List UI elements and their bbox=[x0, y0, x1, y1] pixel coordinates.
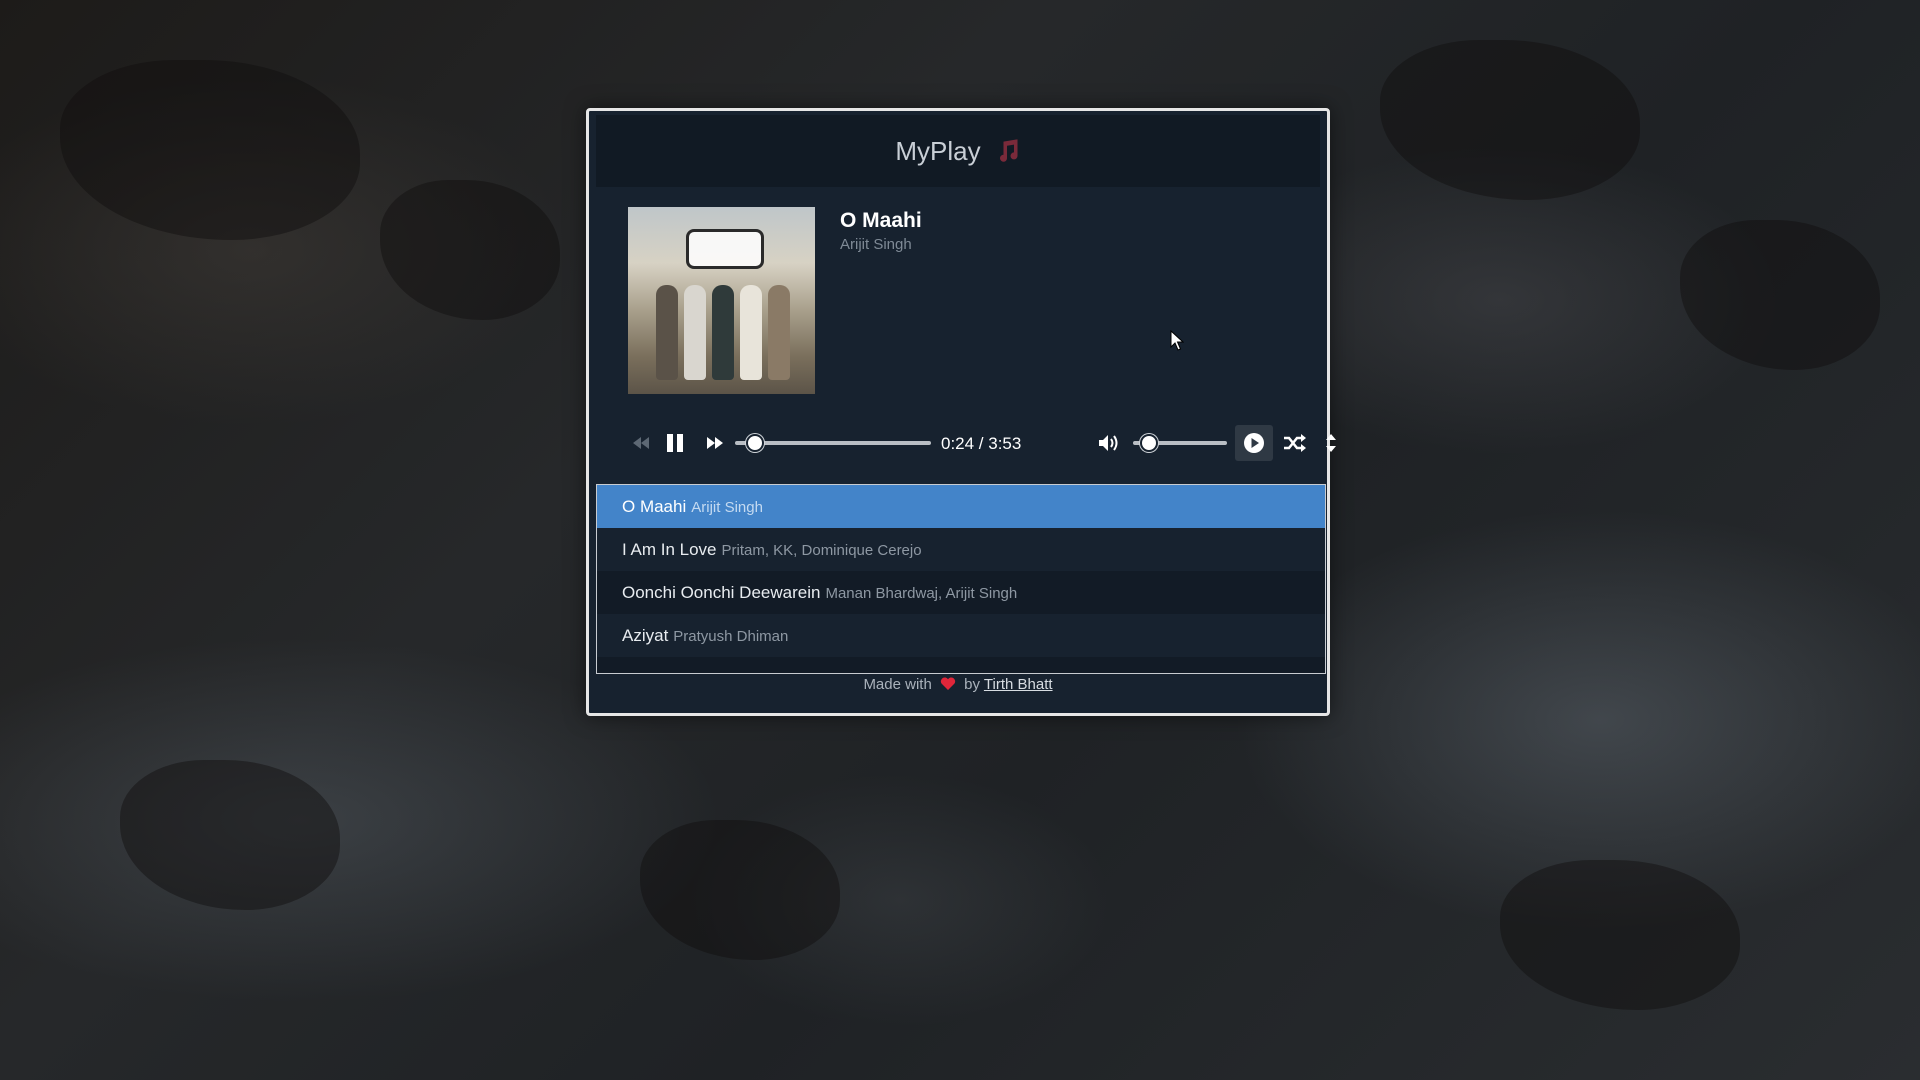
playlist-item-title: Oonchi Oonchi Deewarein bbox=[622, 583, 821, 602]
album-logo bbox=[686, 229, 764, 269]
album-art bbox=[628, 207, 815, 394]
now-playing-title: O Maahi bbox=[840, 209, 922, 232]
playlist-item-artist: Manan Bhardwaj, Arijit Singh bbox=[825, 585, 1018, 602]
volume-button[interactable] bbox=[1093, 427, 1125, 459]
progress-bar[interactable] bbox=[735, 441, 931, 445]
playlist-item[interactable]: Aziyat Pratyush Dhiman bbox=[597, 614, 1325, 657]
sort-icon bbox=[1326, 434, 1336, 452]
collapse-playlist-button[interactable] bbox=[1315, 427, 1347, 459]
volume-icon bbox=[1099, 435, 1118, 451]
volume-thumb[interactable] bbox=[1139, 434, 1158, 452]
fast-forward-icon bbox=[707, 437, 723, 449]
playlist-item[interactable]: O Maahi Arijit Singh bbox=[597, 485, 1325, 528]
playlist-item-title: I Am In Love bbox=[622, 540, 717, 559]
background-rock bbox=[1380, 40, 1640, 200]
album-figure bbox=[740, 285, 762, 380]
player-header: MyPlay bbox=[596, 115, 1320, 187]
album-figure bbox=[684, 285, 706, 380]
playlist-item-artist: Pratyush Dhiman bbox=[673, 628, 789, 645]
playlist: O Maahi Arijit Singh I Am In Love Pritam, … bbox=[596, 484, 1326, 674]
pause-button[interactable] bbox=[659, 427, 691, 459]
pause-icon bbox=[667, 434, 683, 452]
music-note-icon bbox=[999, 139, 1018, 162]
playlist-item[interactable]: I Am In Love Pritam, KK, Dominique Cerejo bbox=[597, 528, 1325, 571]
background-rock bbox=[120, 760, 340, 910]
footer-by: by bbox=[964, 676, 980, 693]
footer-prefix: Made with bbox=[863, 676, 932, 693]
loop-play-icon bbox=[1244, 433, 1264, 453]
footer: Made with by Tirth Bhatt bbox=[589, 676, 1327, 693]
background-rock bbox=[1500, 860, 1740, 1010]
heart-icon bbox=[940, 677, 956, 690]
author-link[interactable]: Tirth Bhatt bbox=[984, 676, 1053, 693]
shuffle-button[interactable] bbox=[1279, 427, 1311, 459]
playlist-item-artist: Pritam, KK, Dominique Cerejo bbox=[721, 542, 922, 559]
background-rock bbox=[60, 60, 360, 240]
now-playing-artist: Arijit Singh bbox=[840, 236, 912, 253]
album-figure bbox=[712, 285, 734, 380]
next-button[interactable] bbox=[699, 427, 731, 459]
playlist-item-title: O Maahi bbox=[622, 497, 687, 516]
shuffle-icon bbox=[1284, 434, 1306, 452]
mouse-cursor-icon bbox=[1170, 330, 1184, 351]
album-figure bbox=[656, 285, 678, 380]
background-rock bbox=[1680, 220, 1880, 370]
playlist-item-title: Aziyat bbox=[622, 626, 669, 645]
playlist-item-artist: Arijit Singh bbox=[691, 499, 763, 516]
loop-play-button[interactable] bbox=[1235, 425, 1273, 461]
rewind-icon bbox=[633, 437, 649, 449]
background-rock bbox=[380, 180, 560, 320]
playlist-item[interactable]: Oonchi Oonchi Deewarein Manan Bhardwaj, A… bbox=[597, 571, 1325, 614]
background-rock bbox=[640, 820, 840, 960]
album-figure bbox=[768, 285, 790, 380]
previous-button[interactable] bbox=[625, 427, 657, 459]
music-player: MyPlay O Maahi Arijit Singh 0:24 / 3:53 … bbox=[586, 108, 1336, 716]
time-display: 0:24 / 3:53 bbox=[941, 434, 1022, 453]
player-controls: 0:24 / 3:53 bbox=[625, 423, 1336, 463]
progress-thumb[interactable] bbox=[746, 434, 765, 452]
app-title: MyPlay bbox=[895, 135, 981, 166]
